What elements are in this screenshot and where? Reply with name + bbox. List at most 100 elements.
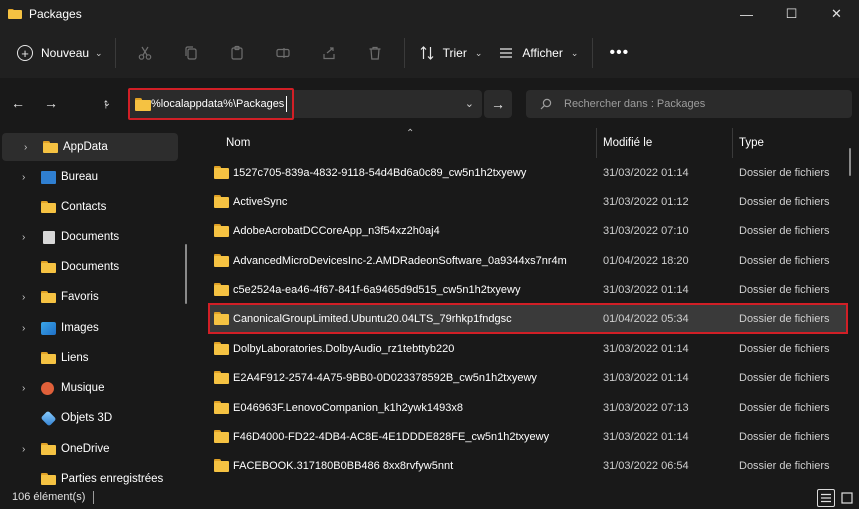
sidebar-item-musique[interactable]: › Musique — [0, 374, 178, 402]
copy-button[interactable] — [168, 37, 214, 69]
file-row[interactable]: AdvancedMicroDevicesInc-2.AMDRadeonSoftw… — [208, 246, 848, 275]
up-arrow-button[interactable]: ↑ — [94, 91, 118, 115]
chevron-right-icon[interactable]: › — [22, 232, 25, 243]
file-list-scrollbar[interactable] — [849, 148, 851, 176]
sidebar-item-label: Liens — [61, 352, 89, 364]
sidebar-item-label: Images — [61, 322, 99, 334]
file-row[interactable]: ActiveSync 31/03/2022 01:12 Dossier de f… — [208, 187, 848, 216]
folder-icon — [41, 351, 56, 365]
objects-3d-icon — [40, 410, 57, 426]
sidebar-item-bureau[interactable]: › Bureau — [0, 163, 178, 191]
details-view-icon — [821, 493, 831, 503]
close-button[interactable]: ✕ — [814, 0, 859, 28]
folder-icon — [41, 442, 56, 456]
folder-icon — [214, 166, 229, 179]
sidebar-item-documents[interactable]: › Documents — [0, 223, 178, 251]
address-bar[interactable]: %localappdata%\Packages ⌄ — [128, 88, 482, 120]
sidebar-item-objets-3d[interactable]: Objets 3D — [0, 404, 178, 432]
sort-button[interactable]: Trier ⌄ — [411, 37, 491, 69]
more-options-button[interactable]: ••• — [599, 44, 639, 62]
chevron-right-icon[interactable]: › — [22, 172, 25, 183]
minimize-button[interactable]: — — [724, 0, 769, 28]
sidebar-item-onedrive[interactable]: › OneDrive — [0, 435, 178, 463]
file-date: 31/03/2022 01:14 — [603, 342, 689, 355]
sidebar-item-contacts[interactable]: Contacts — [0, 193, 178, 221]
folder-icon — [214, 283, 229, 296]
sidebar-item-parties-enregistrees[interactable]: Parties enregistrées — [0, 465, 178, 487]
column-divider[interactable] — [732, 128, 733, 158]
column-header-modified[interactable]: Modifié le — [603, 128, 652, 158]
rename-icon — [275, 48, 290, 58]
details-view-button[interactable] — [817, 489, 835, 507]
file-date: 31/03/2022 07:13 — [603, 401, 689, 414]
sidebar-item-label: Contacts — [61, 201, 107, 213]
sidebar-item-appdata[interactable]: › AppData — [2, 133, 178, 161]
file-name: E046963F.LenovoCompanion_k1h2ywk1493x8 — [233, 401, 463, 414]
sidebar-item-label: Musique — [61, 382, 105, 394]
column-divider[interactable] — [596, 128, 597, 158]
sort-button-label: Trier — [442, 46, 467, 60]
cut-button[interactable] — [122, 37, 168, 69]
file-date: 01/04/2022 18:20 — [603, 254, 689, 267]
chevron-right-icon[interactable]: › — [24, 142, 27, 153]
chevron-right-icon[interactable]: › — [22, 323, 25, 334]
share-button[interactable] — [306, 37, 352, 69]
column-header-type[interactable]: Type — [739, 128, 764, 158]
file-row[interactable]: E046963F.LenovoCompanion_k1h2ywk1493x8 3… — [208, 393, 848, 422]
file-name: AdobeAcrobatDCCoreApp_n3f54xz2h0aj4 — [233, 224, 440, 237]
tiles-view-button[interactable] — [838, 489, 856, 507]
sort-icon — [420, 46, 434, 60]
file-row[interactable]: DolbyLaboratories.DolbyAudio_rz1tebttyb2… — [208, 334, 848, 363]
status-divider — [93, 491, 94, 504]
chevron-right-icon[interactable]: › — [22, 383, 25, 394]
chevron-right-icon[interactable]: › — [22, 444, 25, 455]
sidebar-item-favoris[interactable]: › Favoris — [0, 283, 178, 311]
view-button[interactable]: Afficher ⌄ — [490, 37, 586, 69]
file-type: Dossier de fichiers — [739, 459, 830, 472]
folder-icon — [8, 8, 22, 20]
chevron-right-icon[interactable]: › — [22, 292, 25, 303]
folder-icon — [214, 254, 229, 267]
file-row[interactable]: 1527c705-839a-4832-9118-54d4Bd6a0c89_cw5… — [208, 158, 848, 187]
sidebar-item-label: AppData — [63, 141, 108, 153]
folder-icon — [41, 290, 56, 304]
delete-button[interactable] — [352, 37, 398, 69]
file-type: Dossier de fichiers — [739, 342, 830, 355]
file-list: ⌃ Nom Modifié le Type 1527c705-839a-4832… — [193, 128, 859, 487]
rename-button[interactable] — [260, 37, 306, 69]
share-icon — [322, 47, 335, 60]
search-box[interactable]: Rechercher dans : Packages — [526, 90, 852, 118]
file-row[interactable]: E2A4F912-2574-4A75-9BB0-0D023378592B_cw5… — [208, 363, 848, 392]
column-header-name[interactable]: Nom — [226, 128, 250, 158]
back-button[interactable]: ← — [6, 91, 30, 115]
file-date: 31/03/2022 06:54 — [603, 459, 689, 472]
sidebar-item-images[interactable]: › Images — [0, 314, 178, 342]
folder-icon — [135, 98, 151, 111]
forward-button[interactable]: → — [39, 91, 63, 115]
view-list-icon — [500, 48, 513, 58]
maximize-button[interactable]: ☐ — [769, 0, 814, 28]
file-row[interactable]: c5e2524a-ea46-4f67-841f-6a9465d9d515_cw5… — [208, 275, 848, 304]
chevron-down-icon: ⌄ — [570, 47, 579, 58]
sidebar-item-documents-folder[interactable]: Documents — [0, 253, 178, 281]
sidebar-scrollbar[interactable] — [185, 244, 187, 304]
documents-icon — [43, 230, 55, 244]
sidebar-item-label: Parties enregistrées — [61, 473, 164, 485]
go-button[interactable]: → — [484, 90, 512, 118]
paste-button[interactable] — [214, 37, 260, 69]
file-row[interactable]: FACEBOOK.317180B0BB486 8xx8rvfyw5nnt 31/… — [208, 451, 848, 480]
file-row[interactable]: AdobeAcrobatDCCoreApp_n3f54xz2h0aj4 31/0… — [208, 216, 848, 245]
file-row-highlighted[interactable]: CanonicalGroupLimited.Ubuntu20.04LTS_79r… — [208, 303, 848, 334]
sidebar-item-label: Documents — [61, 231, 120, 243]
file-type: Dossier de fichiers — [739, 166, 830, 179]
file-date: 31/03/2022 01:14 — [603, 283, 689, 296]
address-path[interactable]: %localappdata%\Packages — [151, 98, 284, 110]
new-button[interactable]: + Nouveau ⌄ — [15, 37, 109, 69]
navigation-pane: › AppData › Bureau Contacts › Documents … — [0, 128, 193, 487]
toolbar-divider — [403, 38, 405, 68]
sidebar-item-liens[interactable]: Liens — [0, 344, 178, 372]
chevron-down-icon[interactable]: ⌄ — [465, 97, 474, 110]
folder-icon — [214, 312, 229, 325]
file-row[interactable]: F46D4000-FD22-4DB4-AC8E-4E1DDDE828FE_cw5… — [208, 422, 848, 451]
sidebar-item-label: Bureau — [61, 171, 99, 183]
